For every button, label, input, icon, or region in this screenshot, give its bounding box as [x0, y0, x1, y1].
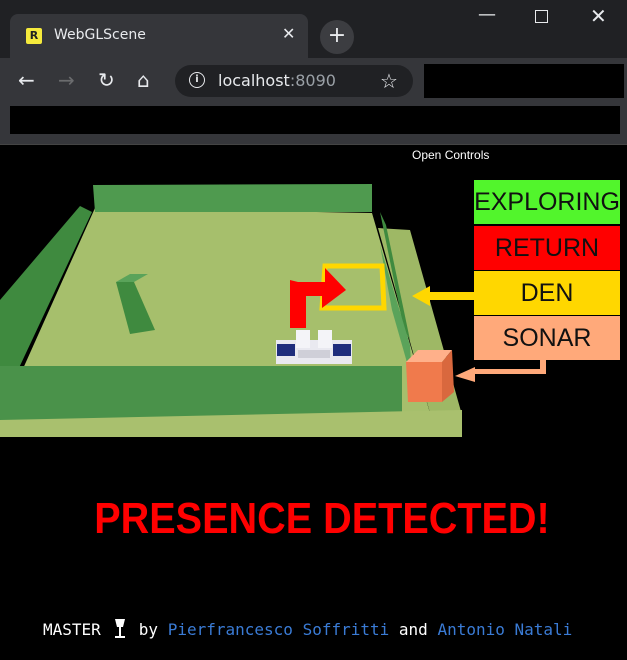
favicon-icon: R [26, 28, 42, 44]
presence-alert: PRESENCE DETECTED! [94, 494, 550, 543]
close-window-icon[interactable]: ✕ [590, 4, 607, 28]
new-tab-button[interactable]: + [320, 20, 354, 54]
address-bar[interactable]: i localhost:8090 ☆ [175, 65, 413, 97]
close-tab-icon[interactable]: ✕ [282, 24, 295, 43]
author-link-1[interactable]: Pierfrancesco Soffritti [168, 620, 390, 639]
back-wall [93, 184, 372, 212]
extensions-area [424, 64, 624, 98]
maximize-icon[interactable] [535, 10, 548, 23]
site-info-icon[interactable]: i [189, 72, 205, 88]
reload-icon[interactable]: ↻ [98, 68, 115, 92]
bookmarks-area [10, 106, 620, 134]
footer: MASTER by Pierfrancesco Soffritti and Ant… [43, 617, 572, 639]
browser-toolbar: ← → ↻ ⌂ i localhost:8090 ☆ [0, 58, 627, 104]
state-exploring: EXPLORING [474, 180, 620, 224]
tab-title: WebGLScene [54, 27, 146, 43]
url-text: localhost:8090 [218, 71, 336, 90]
home-icon[interactable]: ⌂ [137, 68, 150, 92]
back-icon[interactable]: ← [18, 68, 35, 92]
author-link-2[interactable]: Antonio Natali [437, 620, 572, 639]
bookmark-star-icon[interactable]: ☆ [380, 69, 398, 93]
footer-master: MASTER [43, 620, 101, 639]
front-wall [0, 366, 402, 420]
browser-tab[interactable]: R WebGLScene ✕ [10, 14, 308, 58]
forward-icon[interactable]: → [58, 68, 75, 92]
lamp-icon [111, 617, 129, 639]
minimize-icon[interactable]: — [478, 4, 496, 25]
state-return: RETURN [474, 226, 620, 270]
footer-and: and [398, 620, 428, 639]
state-den: DEN [474, 271, 620, 315]
sonar-pointer-arrow [455, 360, 546, 382]
browser-titlebar: R WebGLScene ✕ + — ✕ [0, 0, 627, 58]
footer-by: by [138, 620, 159, 639]
state-sonar: SONAR [474, 316, 620, 360]
sonar-cube [406, 362, 442, 402]
bookmarks-bar [0, 104, 627, 145]
